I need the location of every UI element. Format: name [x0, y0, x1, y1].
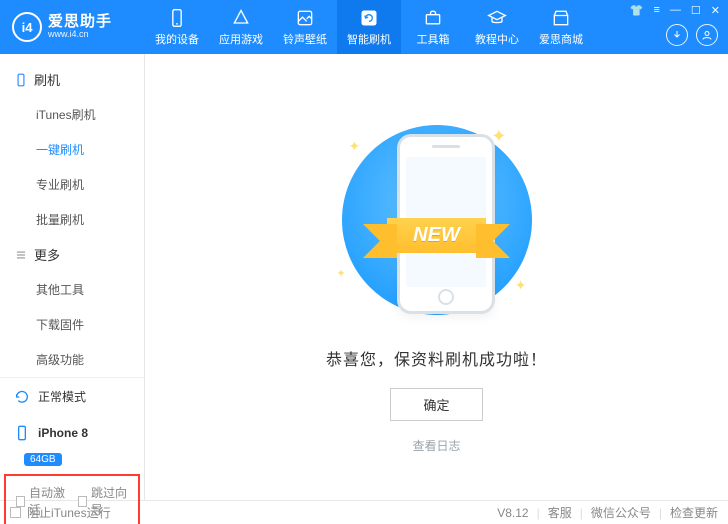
tab-label: 教程中心: [475, 31, 519, 47]
tab-my-device[interactable]: 我的设备: [145, 0, 209, 54]
sidebar-item-download-firmware[interactable]: 下载固件: [0, 307, 144, 342]
tab-ringtones[interactable]: 铃声壁纸: [273, 0, 337, 54]
sidebar: 刷机 iTunes刷机 一键刷机 专业刷机 批量刷机 更多 其他工具 下载固件 …: [0, 54, 145, 500]
tab-label: 我的设备: [155, 31, 199, 47]
storage-badge: 64GB: [24, 453, 62, 466]
highlighted-options: 自动激活 跳过向导: [4, 474, 140, 524]
new-ribbon: NEW: [317, 212, 557, 258]
main-content: ✦ ✦ ✦ ✦ NEW 恭喜您，保资料刷机成功啦！ 确定 查看日志: [145, 54, 728, 500]
tab-label: 应用游戏: [219, 31, 263, 47]
tab-label: 工具箱: [417, 31, 450, 47]
app-header: i4 爱思助手 www.i4.cn 我的设备 应用游戏 铃声壁纸 智能刷机 工具…: [0, 0, 728, 54]
tab-tutorial[interactable]: 教程中心: [465, 0, 529, 54]
tab-flash[interactable]: 智能刷机: [337, 0, 401, 54]
sidebar-item-batch-flash[interactable]: 批量刷机: [0, 202, 144, 237]
tab-label: 铃声壁纸: [283, 31, 327, 47]
sidebar-item-other-tools[interactable]: 其他工具: [0, 272, 144, 307]
apps-icon: [231, 8, 251, 28]
device-name: iPhone 8: [38, 426, 88, 440]
user-button[interactable]: [696, 24, 718, 46]
refresh-icon: [14, 389, 30, 405]
flash-icon: [359, 8, 379, 28]
logo-mark: i4: [12, 12, 42, 42]
window-controls: 👕 ≡ — ☐ ✕: [630, 4, 720, 17]
wallpaper-icon: [295, 8, 315, 28]
sparkle-icon: ✦: [349, 138, 361, 155]
sidebar-item-itunes-flash[interactable]: iTunes刷机: [0, 97, 144, 132]
wechat-link[interactable]: 微信公众号: [591, 504, 651, 521]
graduation-icon: [487, 8, 507, 28]
view-log-link[interactable]: 查看日志: [412, 437, 460, 454]
support-link[interactable]: 客服: [548, 504, 572, 521]
tab-toolbox[interactable]: 工具箱: [401, 0, 465, 54]
checkbox-auto-activate[interactable]: 自动激活: [16, 484, 66, 518]
minimize-button[interactable]: —: [670, 4, 681, 17]
device-mode[interactable]: 正常模式: [0, 378, 144, 415]
tab-store[interactable]: 爱思商城: [529, 0, 593, 54]
version-label: V8.12: [497, 506, 528, 520]
menu-icon[interactable]: ≡: [653, 4, 659, 17]
store-icon: [551, 8, 571, 28]
tab-apps[interactable]: 应用游戏: [209, 0, 273, 54]
congrats-text: 恭喜您，保资料刷机成功啦！: [326, 346, 547, 370]
tab-label: 爱思商城: [539, 31, 583, 47]
check-update-link[interactable]: 检查更新: [670, 504, 718, 521]
sidebar-item-advanced[interactable]: 高级功能: [0, 342, 144, 377]
sparkle-icon: ✦: [337, 267, 346, 280]
list-icon: [14, 248, 28, 262]
download-button[interactable]: [666, 24, 688, 46]
device-info[interactable]: iPhone 8 64GB: [0, 415, 144, 470]
sidebar-item-pro-flash[interactable]: 专业刷机: [0, 167, 144, 202]
sidebar-section-flash: 刷机: [0, 62, 144, 97]
logo-subtitle: www.i4.cn: [48, 30, 112, 40]
phone-icon: [167, 8, 187, 28]
phone-icon: [14, 73, 28, 87]
shirt-icon[interactable]: 👕: [630, 4, 644, 17]
nav-tabs: 我的设备 应用游戏 铃声壁纸 智能刷机 工具箱 教程中心 爱思商城: [145, 0, 593, 54]
ok-button[interactable]: 确定: [390, 388, 482, 421]
sidebar-item-oneclick-flash[interactable]: 一键刷机: [0, 132, 144, 167]
phone-icon: [14, 425, 30, 441]
toolbox-icon: [423, 8, 443, 28]
app-logo: i4 爱思助手 www.i4.cn: [0, 12, 145, 42]
sparkle-icon: ✦: [515, 277, 527, 294]
maximize-button[interactable]: ☐: [691, 4, 701, 17]
close-button[interactable]: ✕: [711, 4, 720, 17]
success-illustration: ✦ ✦ ✦ ✦ NEW: [307, 120, 567, 320]
checkbox-skip-guide[interactable]: 跳过向导: [78, 484, 128, 518]
tab-label: 智能刷机: [347, 31, 391, 47]
sidebar-section-more: 更多: [0, 237, 144, 272]
logo-title: 爱思助手: [48, 14, 112, 31]
